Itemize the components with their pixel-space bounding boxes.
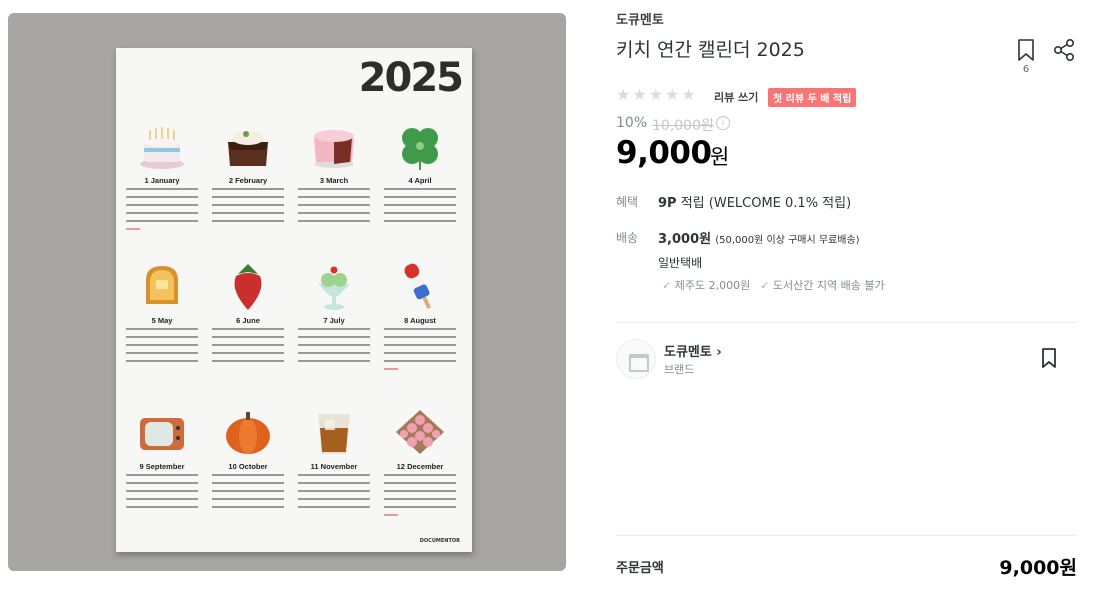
discount-rate: 10%: [616, 115, 648, 131]
store-icon[interactable]: [616, 339, 656, 379]
bookmark-count: 6: [1022, 64, 1030, 75]
benefit-value: 9P 적립 (WELCOME 0.1% 적립): [658, 196, 852, 211]
donut-box-illustration: [396, 410, 444, 454]
shipping-note: 제주도 2,000원: [662, 277, 750, 293]
store-name-link[interactable]: 도큐멘토 ›: [664, 341, 722, 360]
clover-illustration: [402, 128, 438, 170]
month-october: 10 October: [212, 406, 284, 548]
original-price: 10,000원: [652, 118, 714, 134]
month-december: 12 December: [384, 406, 456, 548]
month-june: 6 June: [212, 260, 284, 402]
month-may: 5 May: [126, 260, 198, 402]
product-image[interactable]: 2025 1 January 2 February 3 March 4 Apri…: [8, 13, 566, 571]
strawberry-illustration: [234, 264, 262, 310]
rating-stars: ★ ★ ★ ★ ★: [616, 87, 696, 103]
month-january: 1 January: [126, 120, 198, 262]
shipping-label: 배송: [616, 231, 639, 245]
divider: [616, 322, 1077, 323]
bookmark-icon[interactable]: [1038, 346, 1060, 370]
poster-year: 2025: [358, 55, 464, 101]
product-title: 키치 연간 캘린더 2025: [616, 39, 805, 61]
store-subtitle: 브랜드: [664, 363, 695, 376]
star-icon: ★: [648, 85, 664, 104]
shipping-notes: 제주도 2,000원 도서산간 지역 배송 불가: [662, 277, 885, 293]
star-icon: ★: [665, 85, 680, 104]
star-icon: ★: [681, 85, 696, 104]
sale-price: 9,000: [616, 135, 712, 171]
order-amount-total: 9,000원: [999, 557, 1077, 579]
star-icon: ★: [616, 85, 631, 104]
benefit-label: 혜택: [616, 195, 639, 209]
sundae-illustration: [318, 266, 350, 310]
calendar-poster: 2025 1 January 2 February 3 March 4 Apri…: [116, 48, 472, 552]
strawberry-cake-illustration: [314, 130, 354, 168]
tv-illustration: [140, 418, 184, 450]
divider: [616, 535, 1077, 536]
brownie-illustration: [228, 131, 268, 166]
shipping-note: 도서산간 지역 배송 불가: [760, 277, 885, 293]
share-icon[interactable]: [1052, 37, 1076, 63]
price-unit: 원: [710, 145, 730, 169]
cake-illustration: [140, 127, 184, 169]
toast-illustration: [146, 266, 178, 304]
month-july: 7 July: [298, 260, 370, 402]
month-april: 4 April: [384, 120, 456, 262]
brand-link[interactable]: 도큐멘토: [616, 9, 664, 28]
write-review-link[interactable]: 리뷰 쓰기: [714, 89, 758, 105]
order-amount-label: 주문금액: [616, 561, 664, 576]
bookmark-icon[interactable]: [1014, 37, 1038, 63]
review-reward-badge: 첫 리뷰 두 배 적립: [768, 88, 857, 107]
month-march: 3 March: [298, 120, 370, 262]
month-november: 11 November: [298, 406, 370, 548]
shipping-fee: 3,000원 (50,000원 이상 구매시 무료배송): [658, 232, 860, 247]
month-february: 2 February: [212, 120, 284, 262]
month-september: 9 September: [126, 406, 198, 548]
whiskey-illustration: [318, 414, 350, 454]
info-icon[interactable]: i: [716, 116, 730, 130]
month-august: 8 August: [384, 260, 456, 402]
shipping-type: 일반택배: [658, 256, 703, 270]
popsicle-illustration: [404, 263, 432, 310]
star-icon: ★: [632, 85, 647, 104]
pumpkin-illustration: [226, 412, 270, 454]
poster-brand: DOCUMENTOR: [419, 538, 460, 544]
